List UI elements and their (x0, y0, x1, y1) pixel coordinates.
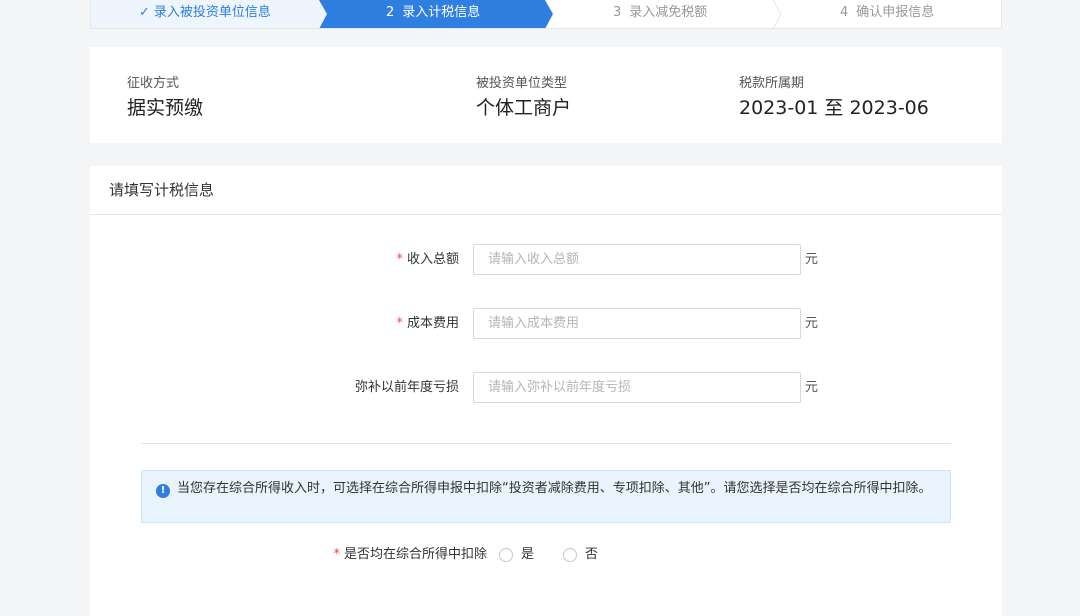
step-1-record-investee[interactable]: ✓ 录入被投资单位信息 (139, 0, 271, 28)
form-row-prior-loss: 弥补以前年度亏损 元 (90, 372, 1002, 404)
divider (141, 443, 951, 444)
deduct-question-row: * 是否均在综合所得中扣除 是 否 (90, 544, 1002, 566)
unit-label: 元 (805, 252, 819, 267)
required-mark: * (333, 547, 340, 562)
form-row-total-income: *收入总额 元 (90, 244, 1002, 276)
tax-period: 税款所属期 2023-01 至 2023-06 (739, 76, 929, 119)
investee-type: 被投资单位类型 个体工商户 (476, 76, 572, 119)
radio-no[interactable]: 否 (563, 547, 598, 563)
prior-loss-input[interactable] (473, 372, 801, 403)
info-notice: ! 当您存在综合所得收入时，可选择在综合所得申报中扣除“投资者减除费用、专项扣除、… (141, 470, 951, 523)
total-income-input[interactable] (473, 244, 801, 275)
radio-circle[interactable] (499, 548, 513, 562)
field-label: * 收入总额 (396, 252, 459, 267)
info-icon: ! (156, 484, 170, 498)
unit-label: 元 (805, 380, 819, 395)
form-row-cost-expense: *成本费用 元 (90, 308, 1002, 340)
collection-method: 征收方式 据实预缴 (127, 76, 204, 119)
summary-card: 征收方式 据实预缴 被投资单位类型 个体工商户 税款所属期 2023-01 至 … (90, 47, 1002, 143)
form-title: 请填写计税信息 (90, 166, 1002, 215)
radio-circle[interactable] (563, 548, 577, 562)
step-2-record-tax[interactable]: 2 录入计税信息 (386, 0, 480, 28)
required-mark: * (396, 252, 403, 267)
tax-form-card: 请填写计税信息 *收入总额 元 *成本费用 元 弥补以前年度亏损 元 !当您存在… (90, 166, 1002, 616)
app-root: ✓ 录入被投资单位信息 2 录入计税信息 3 录入减免税额 4 确认申报信息 征收方式 … (0, 0, 1080, 616)
field-label: 弥补以前年度亏损 (354, 380, 459, 395)
unit-label: 元 (805, 316, 819, 331)
cost-expense-input[interactable] (473, 308, 801, 339)
step-3-record-reduction[interactable]: 3 录入减免税额 (613, 0, 707, 28)
check-icon: ✓ (139, 5, 150, 20)
radio-yes[interactable]: 是 (499, 547, 534, 563)
steps-bar: ✓ 录入被投资单位信息 2 录入计税信息 3 录入减免税额 4 确认申报信息 (90, 0, 1002, 29)
field-label: * 成本费用 (396, 316, 459, 331)
step-4-confirm[interactable]: 4 确认申报信息 (840, 0, 934, 28)
step-3-separator (772, 0, 782, 28)
required-mark: * (396, 316, 403, 331)
deduct-question-label: * 是否均在综合所得中扣除 (333, 547, 487, 562)
